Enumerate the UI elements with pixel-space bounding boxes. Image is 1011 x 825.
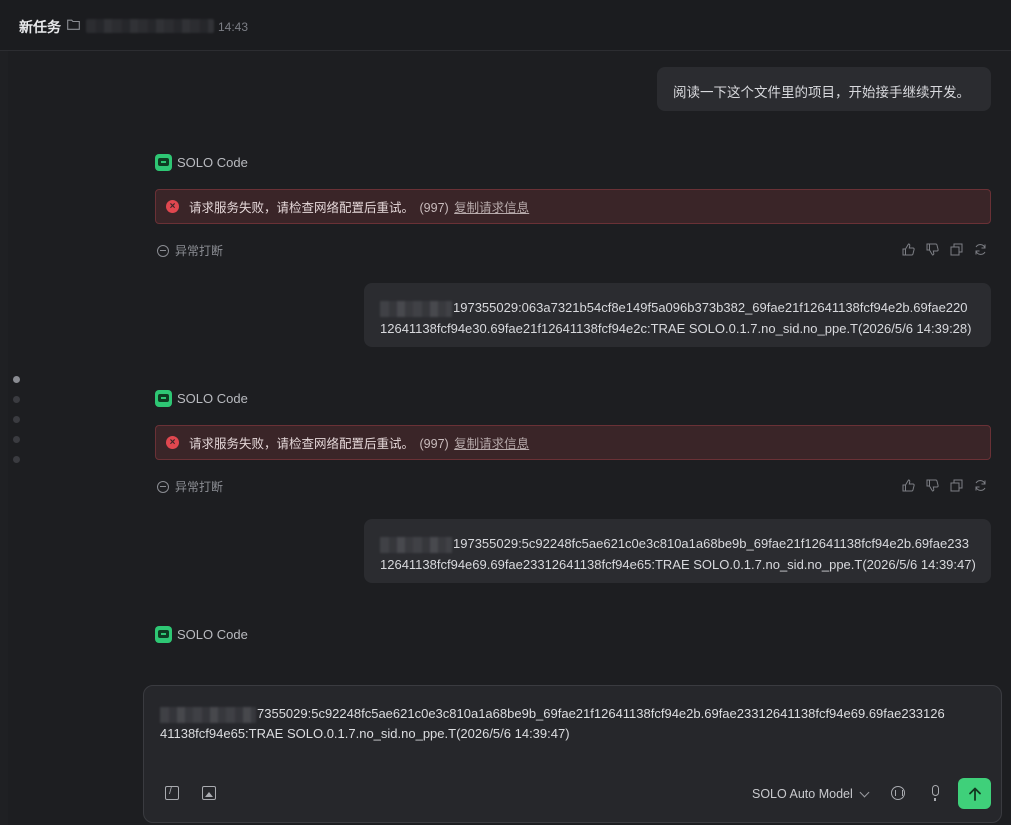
mic-icon[interactable] bbox=[932, 785, 939, 801]
image-icon[interactable] bbox=[202, 786, 216, 800]
folder-icon bbox=[67, 19, 80, 30]
message-composer[interactable]: 7355029:5c92248fc5ae621c0e3c810a1a68be9b… bbox=[143, 685, 1002, 823]
send-arrow-icon bbox=[968, 787, 981, 801]
solo-code-icon bbox=[155, 390, 172, 407]
redacted-text bbox=[160, 706, 256, 723]
retry-icon[interactable] bbox=[974, 243, 987, 256]
retry-icon[interactable] bbox=[974, 479, 987, 492]
copy-request-info-link[interactable]: 复制请求信息 bbox=[454, 437, 529, 451]
user-message-line: 12641138fcf94e30.69fae21f12641138fcf94e2… bbox=[380, 321, 972, 336]
user-message: 197355029:5c92248fc5ae621c0e3c810a1a68be… bbox=[364, 519, 991, 583]
nav-dot[interactable] bbox=[13, 396, 20, 403]
solo-code-icon bbox=[155, 626, 172, 643]
message-actions bbox=[902, 243, 987, 256]
message-actions bbox=[902, 479, 987, 492]
user-message: 197355029:063a7321b54cf8e149f5a096b373b3… bbox=[364, 283, 991, 347]
copy-icon[interactable] bbox=[950, 243, 963, 256]
model-selector[interactable]: SOLO Auto Model bbox=[752, 787, 870, 801]
message-navigator bbox=[13, 376, 20, 476]
copy-request-info-link[interactable]: 复制请求信息 bbox=[454, 201, 529, 215]
user-message-text: 阅读一下这个文件里的项目，开始接手继续开发。 bbox=[673, 85, 970, 100]
task-title: 新任务 bbox=[19, 19, 61, 35]
error-message: × 请求服务失败，请检查网络配置后重试。 (997) 复制请求信息 bbox=[155, 425, 991, 460]
aborted-text: 异常打断 bbox=[175, 480, 224, 494]
redacted-text bbox=[380, 300, 452, 317]
bot-name: SOLO Code bbox=[177, 627, 248, 642]
user-message-line: 12641138fcf94e69.69fae23312641138fcf94e6… bbox=[380, 557, 976, 572]
thumbs-up-icon[interactable] bbox=[902, 243, 915, 256]
thumbs-down-icon[interactable] bbox=[926, 479, 939, 492]
model-label: SOLO Auto Model bbox=[752, 787, 853, 801]
composer-line: 7355029:5c92248fc5ae621c0e3c810a1a68be9b… bbox=[257, 706, 945, 721]
nav-dot[interactable] bbox=[13, 436, 20, 443]
error-code: (997) bbox=[419, 437, 449, 451]
voice-chat-icon[interactable] bbox=[891, 786, 905, 800]
bot-label: SOLO Code bbox=[155, 154, 248, 171]
composer-input[interactable]: 7355029:5c92248fc5ae621c0e3c810a1a68be9b… bbox=[160, 704, 990, 744]
bot-name: SOLO Code bbox=[177, 391, 248, 406]
aborted-text: 异常打断 bbox=[175, 244, 224, 258]
error-text: 请求服务失败，请检查网络配置后重试。 bbox=[189, 201, 415, 215]
project-path-redacted bbox=[86, 19, 214, 33]
error-code: (997) bbox=[419, 201, 449, 215]
nav-dot[interactable] bbox=[13, 456, 20, 463]
error-text: 请求服务失败，请检查网络配置后重试。 bbox=[189, 437, 415, 451]
send-button[interactable] bbox=[958, 778, 991, 809]
user-message-line: 197355029:063a7321b54cf8e149f5a096b373b3… bbox=[453, 300, 968, 315]
aborted-status: 异常打断 bbox=[157, 478, 223, 495]
chevron-down-icon bbox=[859, 787, 870, 797]
abort-icon bbox=[157, 244, 169, 257]
bot-name: SOLO Code bbox=[177, 155, 248, 170]
solo-code-icon bbox=[155, 154, 172, 171]
error-icon: × bbox=[166, 200, 179, 213]
bot-label: SOLO Code bbox=[155, 626, 248, 643]
bot-label: SOLO Code bbox=[155, 390, 248, 407]
slash-command-icon[interactable] bbox=[165, 785, 179, 800]
user-message-line: 197355029:5c92248fc5ae621c0e3c810a1a68be… bbox=[453, 536, 969, 551]
left-rail bbox=[0, 51, 8, 825]
nav-dot[interactable] bbox=[13, 416, 20, 423]
user-message: 阅读一下这个文件里的项目，开始接手继续开发。 bbox=[657, 67, 991, 111]
composer-line: 41138fcf94e65:TRAE SOLO.0.1.7.no_sid.no_… bbox=[160, 726, 570, 741]
copy-icon[interactable] bbox=[950, 479, 963, 492]
thumbs-down-icon[interactable] bbox=[926, 243, 939, 256]
thumbs-up-icon[interactable] bbox=[902, 479, 915, 492]
abort-icon bbox=[157, 480, 169, 493]
task-header: 新任务 14:43 bbox=[0, 0, 1011, 51]
error-message: × 请求服务失败，请检查网络配置后重试。 (997) 复制请求信息 bbox=[155, 189, 991, 224]
error-icon: × bbox=[166, 436, 179, 449]
nav-dot[interactable] bbox=[13, 376, 20, 383]
redacted-text bbox=[380, 536, 452, 553]
aborted-status: 异常打断 bbox=[157, 242, 223, 259]
task-time: 14:43 bbox=[218, 20, 249, 34]
